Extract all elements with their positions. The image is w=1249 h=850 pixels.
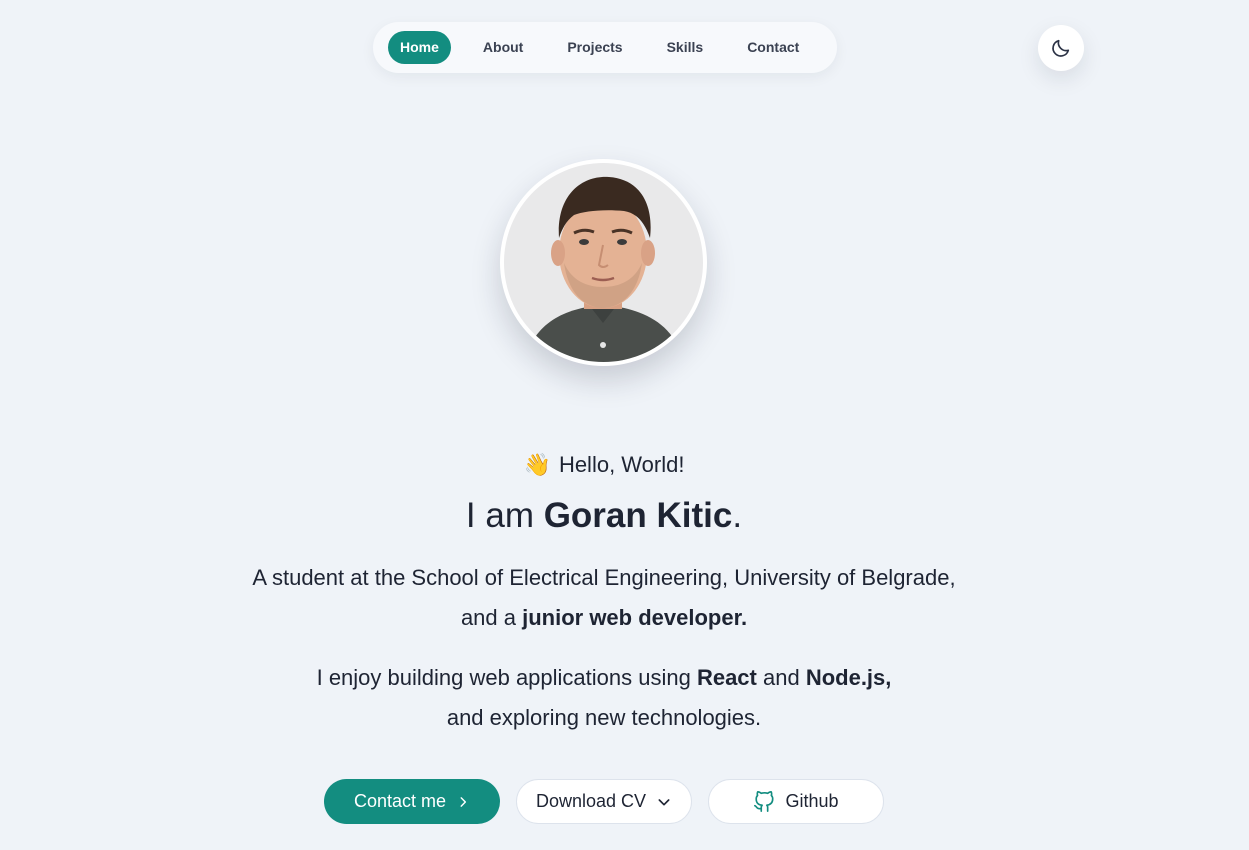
skills-line-prefix: I enjoy building web applications using bbox=[316, 665, 697, 690]
download-cv-label: Download CV bbox=[535, 791, 647, 811]
profile-photo bbox=[504, 163, 703, 362]
skills-paragraph: I enjoy building web applications using … bbox=[0, 658, 1208, 738]
intro-line-2: and a junior web developer. bbox=[0, 598, 1208, 638]
nav-about[interactable]: About bbox=[471, 31, 535, 64]
nav-home[interactable]: Home bbox=[388, 31, 451, 64]
title-prefix: I am bbox=[465, 496, 544, 535]
theme-toggle-button[interactable] bbox=[1038, 25, 1084, 71]
intro-line-2-prefix: and a bbox=[460, 605, 523, 630]
nav-skills[interactable]: Skills bbox=[655, 31, 716, 64]
profile-name: Goran Kitic bbox=[543, 496, 733, 535]
profile-avatar bbox=[500, 159, 707, 366]
react-highlight: React bbox=[696, 665, 757, 690]
skills-line-2: and exploring new technologies. bbox=[446, 705, 762, 730]
nodejs-highlight: Node.js, bbox=[805, 665, 892, 690]
skills-line-mid: and bbox=[756, 665, 806, 690]
moon-icon bbox=[1052, 39, 1070, 57]
page-title: I am Goran Kitic. bbox=[0, 496, 1208, 536]
github-icon bbox=[754, 790, 775, 812]
github-label: Github bbox=[785, 791, 839, 811]
greeting-text: Hello, World! bbox=[558, 452, 685, 477]
waving-hand-icon: 👋 bbox=[523, 452, 551, 477]
greeting: 👋 Hello, World! bbox=[0, 452, 1208, 478]
role-highlight: junior web developer. bbox=[522, 605, 748, 630]
skills-line-1: I enjoy building web applications using … bbox=[0, 658, 1208, 698]
contact-me-button[interactable]: Contact me bbox=[324, 779, 500, 824]
chevron-right-icon bbox=[460, 796, 467, 807]
intro-line-1: A student at the School of Electrical En… bbox=[252, 565, 956, 590]
chevron-down-icon bbox=[658, 798, 670, 805]
github-button[interactable]: Github bbox=[708, 779, 884, 824]
top-nav: Home About Projects Skills Contact bbox=[373, 22, 837, 73]
intro-paragraph: A student at the School of Electrical En… bbox=[0, 558, 1208, 638]
download-cv-button[interactable]: Download CV bbox=[516, 779, 692, 824]
contact-me-label: Contact me bbox=[353, 791, 447, 811]
nav-contact[interactable]: Contact bbox=[735, 31, 811, 64]
nav-projects[interactable]: Projects bbox=[555, 31, 634, 64]
title-suffix: . bbox=[732, 496, 743, 535]
